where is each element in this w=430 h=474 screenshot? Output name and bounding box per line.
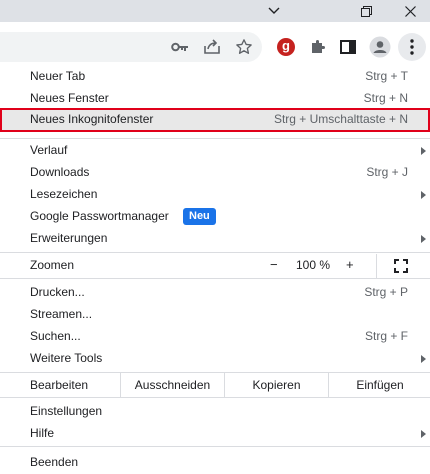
fullscreen-icon[interactable] <box>394 259 408 276</box>
menu-item-zoom: Zoomen − 100 % + <box>0 254 430 278</box>
menu-item-label: Downloads <box>30 165 90 179</box>
restore-icon[interactable] <box>346 0 386 22</box>
menu-separator <box>0 397 430 398</box>
star-icon[interactable] <box>232 35 256 59</box>
menu-item-label: Einstellungen <box>30 404 103 418</box>
menu-item-incognito-window[interactable]: Neues Inkognitofenster Strg + Umschaltta… <box>0 108 430 132</box>
menu-item-label: Verlauf <box>30 143 68 157</box>
puzzle-icon[interactable] <box>306 35 330 59</box>
edit-row: Bearbeiten Ausschneiden Kopieren Einfüge… <box>0 373 430 397</box>
sidepanel-icon[interactable] <box>336 35 360 59</box>
menu-item-label: Zoomen <box>30 258 75 272</box>
zoom-in-button[interactable]: + <box>346 257 354 272</box>
chrome-main-menu: Neuer Tab Strg + T Neues Fenster Strg + … <box>0 62 430 472</box>
menu-item-label: Lesezeichen <box>30 187 98 201</box>
title-bar <box>0 0 430 22</box>
menu-item-exit[interactable]: Beenden <box>0 452 430 474</box>
menu-item-find[interactable]: Suchen... Strg + F <box>0 326 430 348</box>
submenu-arrow-icon <box>421 430 426 438</box>
menu-item-shortcut: Strg + P <box>364 285 408 299</box>
menu-item-shortcut: Strg + F <box>364 329 408 343</box>
chevron-down-icon[interactable] <box>254 0 294 22</box>
menu-item-downloads[interactable]: Downloads Strg + J <box>0 162 430 184</box>
menu-separator <box>0 278 430 279</box>
menu-item-label: Streamen... <box>30 307 93 321</box>
paste-button[interactable]: Einfügen <box>328 373 430 397</box>
menu-item-label: Weitere Tools <box>30 351 103 365</box>
kebab-icon[interactable] <box>398 33 426 61</box>
menu-item-label: Drucken... <box>30 285 85 299</box>
profile-g-icon[interactable]: g <box>274 35 298 59</box>
menu-item-bookmarks[interactable]: Lesezeichen <box>0 184 430 206</box>
menu-item-shortcut: Strg + T <box>365 69 408 83</box>
menu-item-label: Bearbeiten <box>30 378 89 392</box>
close-icon[interactable] <box>390 0 430 22</box>
zoom-divider <box>376 254 377 278</box>
menu-item-label: Suchen... <box>30 329 81 343</box>
zoom-level: 100 % <box>296 258 331 272</box>
key-icon[interactable] <box>168 35 192 59</box>
zoom-out-button[interactable]: − <box>270 257 278 272</box>
submenu-arrow-icon <box>421 355 426 363</box>
menu-item-shortcut: Strg + N <box>363 91 408 105</box>
copy-button[interactable]: Kopieren <box>224 373 328 397</box>
menu-item-password-manager[interactable]: Google Passwortmanager Neu <box>0 206 430 228</box>
menu-item-print[interactable]: Drucken... Strg + P <box>0 282 430 304</box>
menu-item-label: Beenden <box>30 455 79 469</box>
menu-item-shortcut: Strg + J <box>366 165 408 179</box>
menu-item-shortcut: Strg + Umschalttaste + N <box>273 112 408 126</box>
new-badge: Neu <box>183 208 216 225</box>
share-icon[interactable] <box>200 35 224 59</box>
menu-separator <box>0 252 430 253</box>
menu-item-new-window[interactable]: Neues Fenster Strg + N <box>0 88 430 110</box>
profile-letter: g <box>282 38 290 53</box>
menu-item-help[interactable]: Hilfe <box>0 423 430 445</box>
cut-button[interactable]: Ausschneiden <box>120 373 224 397</box>
menu-separator <box>0 138 430 139</box>
menu-item-extensions[interactable]: Erweiterungen <box>0 228 430 250</box>
menu-item-more-tools[interactable]: Weitere Tools <box>0 348 430 370</box>
menu-item-label: Hilfe <box>30 426 55 440</box>
menu-item-label: Neuer Tab <box>30 69 86 83</box>
submenu-arrow-icon <box>421 235 426 243</box>
menu-item-label: Neues Inkognitofenster <box>30 112 154 126</box>
menu-item-label: Google Passwortmanager <box>30 209 169 223</box>
submenu-arrow-icon <box>421 191 426 199</box>
account-icon[interactable] <box>368 35 392 59</box>
menu-item-label: Neues Fenster <box>30 91 109 105</box>
menu-separator <box>0 446 430 447</box>
submenu-arrow-icon <box>421 147 426 155</box>
menu-item-label: Erweiterungen <box>30 231 108 245</box>
menu-item-cast[interactable]: Streamen... <box>0 304 430 326</box>
menu-item-history[interactable]: Verlauf <box>0 140 430 162</box>
menu-item-settings[interactable]: Einstellungen <box>0 401 430 423</box>
menu-item-new-tab[interactable]: Neuer Tab Strg + T <box>0 66 430 88</box>
